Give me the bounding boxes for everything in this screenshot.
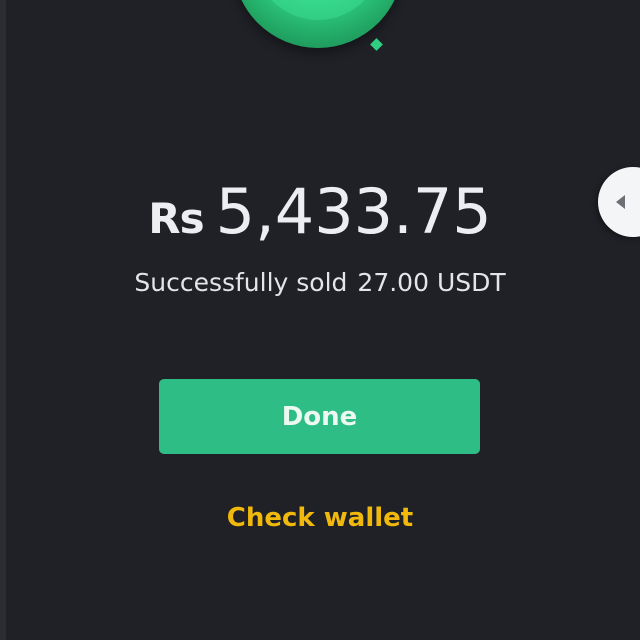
check-wallet-link[interactable]: Check wallet [0, 503, 640, 533]
status-text: Successfully sold [134, 268, 348, 297]
received-amount: Rs 5,433.75 [0, 175, 640, 248]
done-button[interactable]: Done [159, 379, 480, 454]
left-edge-divider [0, 0, 6, 640]
amount-value: 5,433.75 [215, 175, 492, 248]
status-message: Successfully sold 27.00 USDT [0, 268, 640, 297]
sparkle-icon [370, 38, 383, 51]
chevron-left-icon [616, 195, 625, 209]
success-circle-highlight [251, 0, 385, 20]
order-success-screen: Rs 5,433.75 Successfully sold 27.00 USDT D… [0, 0, 640, 640]
sold-amount: 27.00 USDT [357, 268, 506, 297]
currency-symbol: Rs [148, 194, 204, 243]
